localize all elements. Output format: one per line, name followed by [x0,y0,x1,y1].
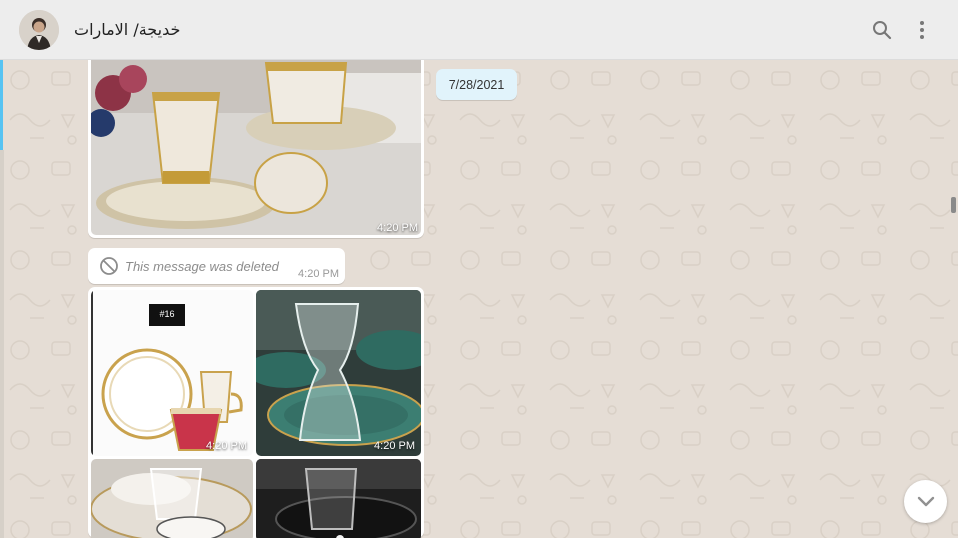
message-image[interactable] [91,60,421,235]
message-time: 4:20 PM [377,222,418,234]
search-icon[interactable] [870,18,894,42]
contact-name[interactable]: خديجة/ الامارات [74,20,180,39]
contact-avatar[interactable] [19,10,59,50]
message-time: 4:20 PM [298,268,339,280]
chat-panel[interactable]: 4:20 PM 7/28/2021 This message was delet… [0,60,958,538]
album-image[interactable]: #16 4:20 PM [91,290,253,456]
message-time: 4:20 PM [374,440,415,452]
pane-divider [0,150,4,538]
image-album-message[interactable]: #16 4:20 PM 4:20 PM [88,287,424,538]
date-chip: 7/28/2021 [436,69,517,100]
deleted-message[interactable]: This message was deleted 4:20 PM [88,248,345,284]
blocked-icon [100,257,118,275]
menu-icon[interactable] [910,18,934,42]
album-image[interactable] [91,459,253,538]
selection-accent [0,60,3,150]
image-badge: #16 [159,309,175,319]
chat-header: خديجة/ الامارات [0,0,958,60]
chevron-down-icon [917,496,934,506]
avatar-image [19,10,59,50]
album-image[interactable]: 4:20 PM [256,290,421,456]
album-image[interactable] [256,459,421,538]
image-message[interactable]: 4:20 PM [88,60,424,238]
message-time: 4:20 PM [206,440,247,452]
deleted-message-text: This message was deleted [125,259,279,274]
scrollbar-thumb[interactable] [951,197,956,213]
scroll-down-button[interactable] [904,480,947,523]
